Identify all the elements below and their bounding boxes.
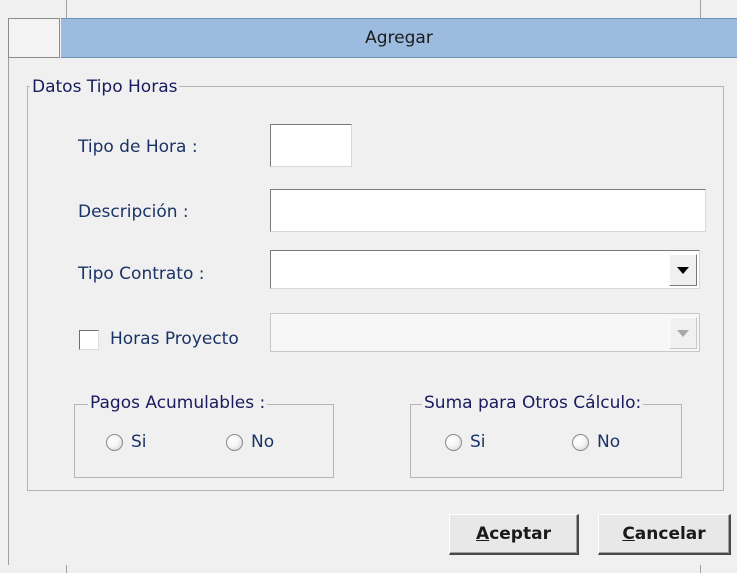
window-title: Agregar xyxy=(365,28,433,48)
suma-no-option[interactable]: No xyxy=(572,432,620,452)
background-line xyxy=(700,565,701,573)
aceptar-mnemonic: A xyxy=(476,524,490,544)
window-titlebar: Agregar xyxy=(61,18,737,58)
background-line xyxy=(66,565,67,573)
background-line xyxy=(8,58,9,565)
aceptar-button[interactable]: Aceptar xyxy=(449,514,579,555)
radio-label: No xyxy=(597,432,621,452)
horas-proyecto-dropdown-button[interactable] xyxy=(669,317,697,349)
group-title: Datos Tipo Horas xyxy=(30,77,180,97)
pagos-no-option[interactable]: No xyxy=(226,432,274,452)
pagos-acumulables-title: Pagos Acumulables : xyxy=(88,393,268,413)
radio-button[interactable] xyxy=(226,433,243,451)
descripcion-label: Descripción : xyxy=(78,202,189,222)
titlebar-corner xyxy=(8,18,60,58)
horas-proyecto-select[interactable] xyxy=(270,313,700,352)
tipo-contrato-dropdown-button[interactable] xyxy=(669,254,697,286)
pagos-si-option[interactable]: Si xyxy=(106,432,147,452)
radio-label: Si xyxy=(470,432,486,452)
radio-button[interactable] xyxy=(445,433,462,451)
tipo-hora-input[interactable] xyxy=(270,124,352,167)
suma-otros-title: Suma para Otros Cálculo: xyxy=(422,393,644,413)
background-line xyxy=(66,0,67,18)
radio-label: Si xyxy=(131,432,147,452)
background-line xyxy=(700,0,701,18)
horas-proyecto-label: Horas Proyecto xyxy=(110,329,239,349)
chevron-down-icon xyxy=(677,266,689,274)
tipo-hora-label: Tipo de Hora : xyxy=(78,137,198,157)
cancelar-button[interactable]: Cancelar xyxy=(598,514,731,555)
cancelar-label: ancelar xyxy=(634,524,706,544)
radio-button[interactable] xyxy=(572,433,589,451)
aceptar-label: ceptar xyxy=(489,524,551,544)
suma-si-option[interactable]: Si xyxy=(445,432,486,452)
tipo-contrato-select[interactable] xyxy=(270,250,700,289)
radio-button[interactable] xyxy=(106,433,123,451)
descripcion-input[interactable] xyxy=(270,189,706,232)
horas-proyecto-checkbox[interactable] xyxy=(79,330,99,350)
chevron-down-icon xyxy=(677,329,689,337)
tipo-contrato-label: Tipo Contrato : xyxy=(78,264,205,284)
radio-label: No xyxy=(251,432,275,452)
cancelar-mnemonic: C xyxy=(622,524,635,544)
